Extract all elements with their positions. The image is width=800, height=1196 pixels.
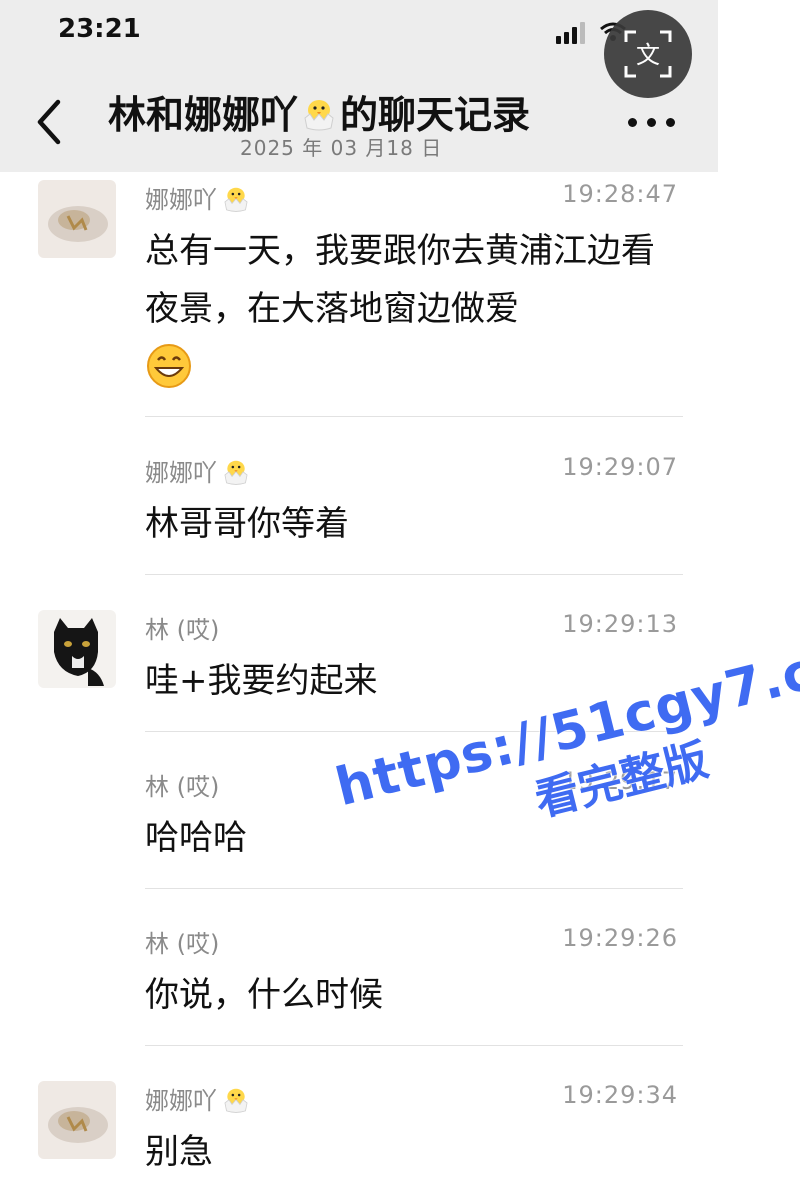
divider bbox=[145, 888, 683, 889]
status-time: 23:21 bbox=[58, 14, 141, 44]
list-item: 林 (哎) 19:29:17 哈哈哈 bbox=[0, 761, 718, 889]
chick-icon bbox=[221, 456, 251, 492]
message-time: 19:28:47 bbox=[562, 180, 678, 208]
message-time: 19:29:17 bbox=[562, 767, 678, 795]
chick-icon bbox=[221, 1084, 251, 1120]
sender-name: 林 (哎) bbox=[145, 930, 220, 958]
message-text[interactable]: 哈哈哈 bbox=[145, 809, 675, 867]
list-item: 林 (哎) 19:29:13 哇+我要约起来 bbox=[0, 604, 718, 732]
chat-date: 2025 年 03 月18 日 bbox=[240, 136, 443, 160]
message-text[interactable]: 哇+我要约起来 bbox=[145, 652, 675, 710]
divider bbox=[145, 574, 683, 575]
list-item: 娜娜吖 19:29:34 别急 bbox=[0, 1075, 718, 1196]
message-time: 19:29:07 bbox=[562, 453, 678, 481]
title-prefix: 林和娜娜吖 bbox=[108, 93, 299, 137]
list-item: 娜娜吖 19:28:47 总有一天，我要跟你去黄浦江边看夜景，在大落地窗边做爱 bbox=[0, 172, 718, 417]
back-icon[interactable] bbox=[32, 96, 66, 148]
avatar[interactable] bbox=[38, 180, 116, 258]
sender-name: 林 (哎) bbox=[145, 773, 220, 801]
list-item: 林 (哎) 19:29:26 你说，什么时候 bbox=[0, 918, 718, 1046]
message-text[interactable]: 总有一天，我要跟你去黄浦江边看夜景，在大落地窗边做爱 bbox=[145, 222, 675, 408]
nana-avatar bbox=[38, 1081, 116, 1159]
sender-name: 娜娜吖 bbox=[145, 453, 251, 492]
message-time: 19:29:26 bbox=[562, 924, 678, 952]
message-text[interactable]: 林哥哥你等着 bbox=[145, 495, 675, 553]
cat-avatar bbox=[38, 610, 116, 688]
header-bar: 23:21 文 林和娜娜吖 的聊天记录 2025 年 03 月18 日 bbox=[0, 0, 718, 172]
nana-avatar bbox=[38, 180, 116, 258]
divider bbox=[145, 731, 683, 732]
chick-icon bbox=[221, 183, 251, 219]
message-text[interactable]: 别急 bbox=[145, 1123, 675, 1181]
divider bbox=[145, 1045, 683, 1046]
message-time: 19:29:13 bbox=[562, 610, 678, 638]
chat-history-screen: 23:21 文 林和娜娜吖 的聊天记录 2025 年 03 月18 日 娜娜吖 … bbox=[0, 0, 718, 1196]
sender-name: 林 (哎) bbox=[145, 616, 220, 644]
sender-name: 娜娜吖 bbox=[145, 180, 251, 219]
avatar[interactable] bbox=[38, 1081, 116, 1159]
more-icon[interactable] bbox=[628, 118, 676, 130]
grin-emoji bbox=[145, 342, 193, 408]
message-time: 19:29:34 bbox=[562, 1081, 678, 1109]
message-text[interactable]: 你说，什么时候 bbox=[145, 966, 675, 1024]
translate-button[interactable]: 文 bbox=[604, 10, 692, 98]
sender-name: 娜娜吖 bbox=[145, 1081, 251, 1120]
list-item: 娜娜吖 19:29:07 林哥哥你等着 bbox=[0, 447, 718, 575]
divider bbox=[145, 416, 683, 417]
translate-icon-label: 文 bbox=[636, 41, 660, 69]
translate-icon: 文 bbox=[624, 30, 672, 78]
title-suffix: 的聊天记录 bbox=[340, 93, 531, 137]
avatar[interactable] bbox=[38, 610, 116, 688]
